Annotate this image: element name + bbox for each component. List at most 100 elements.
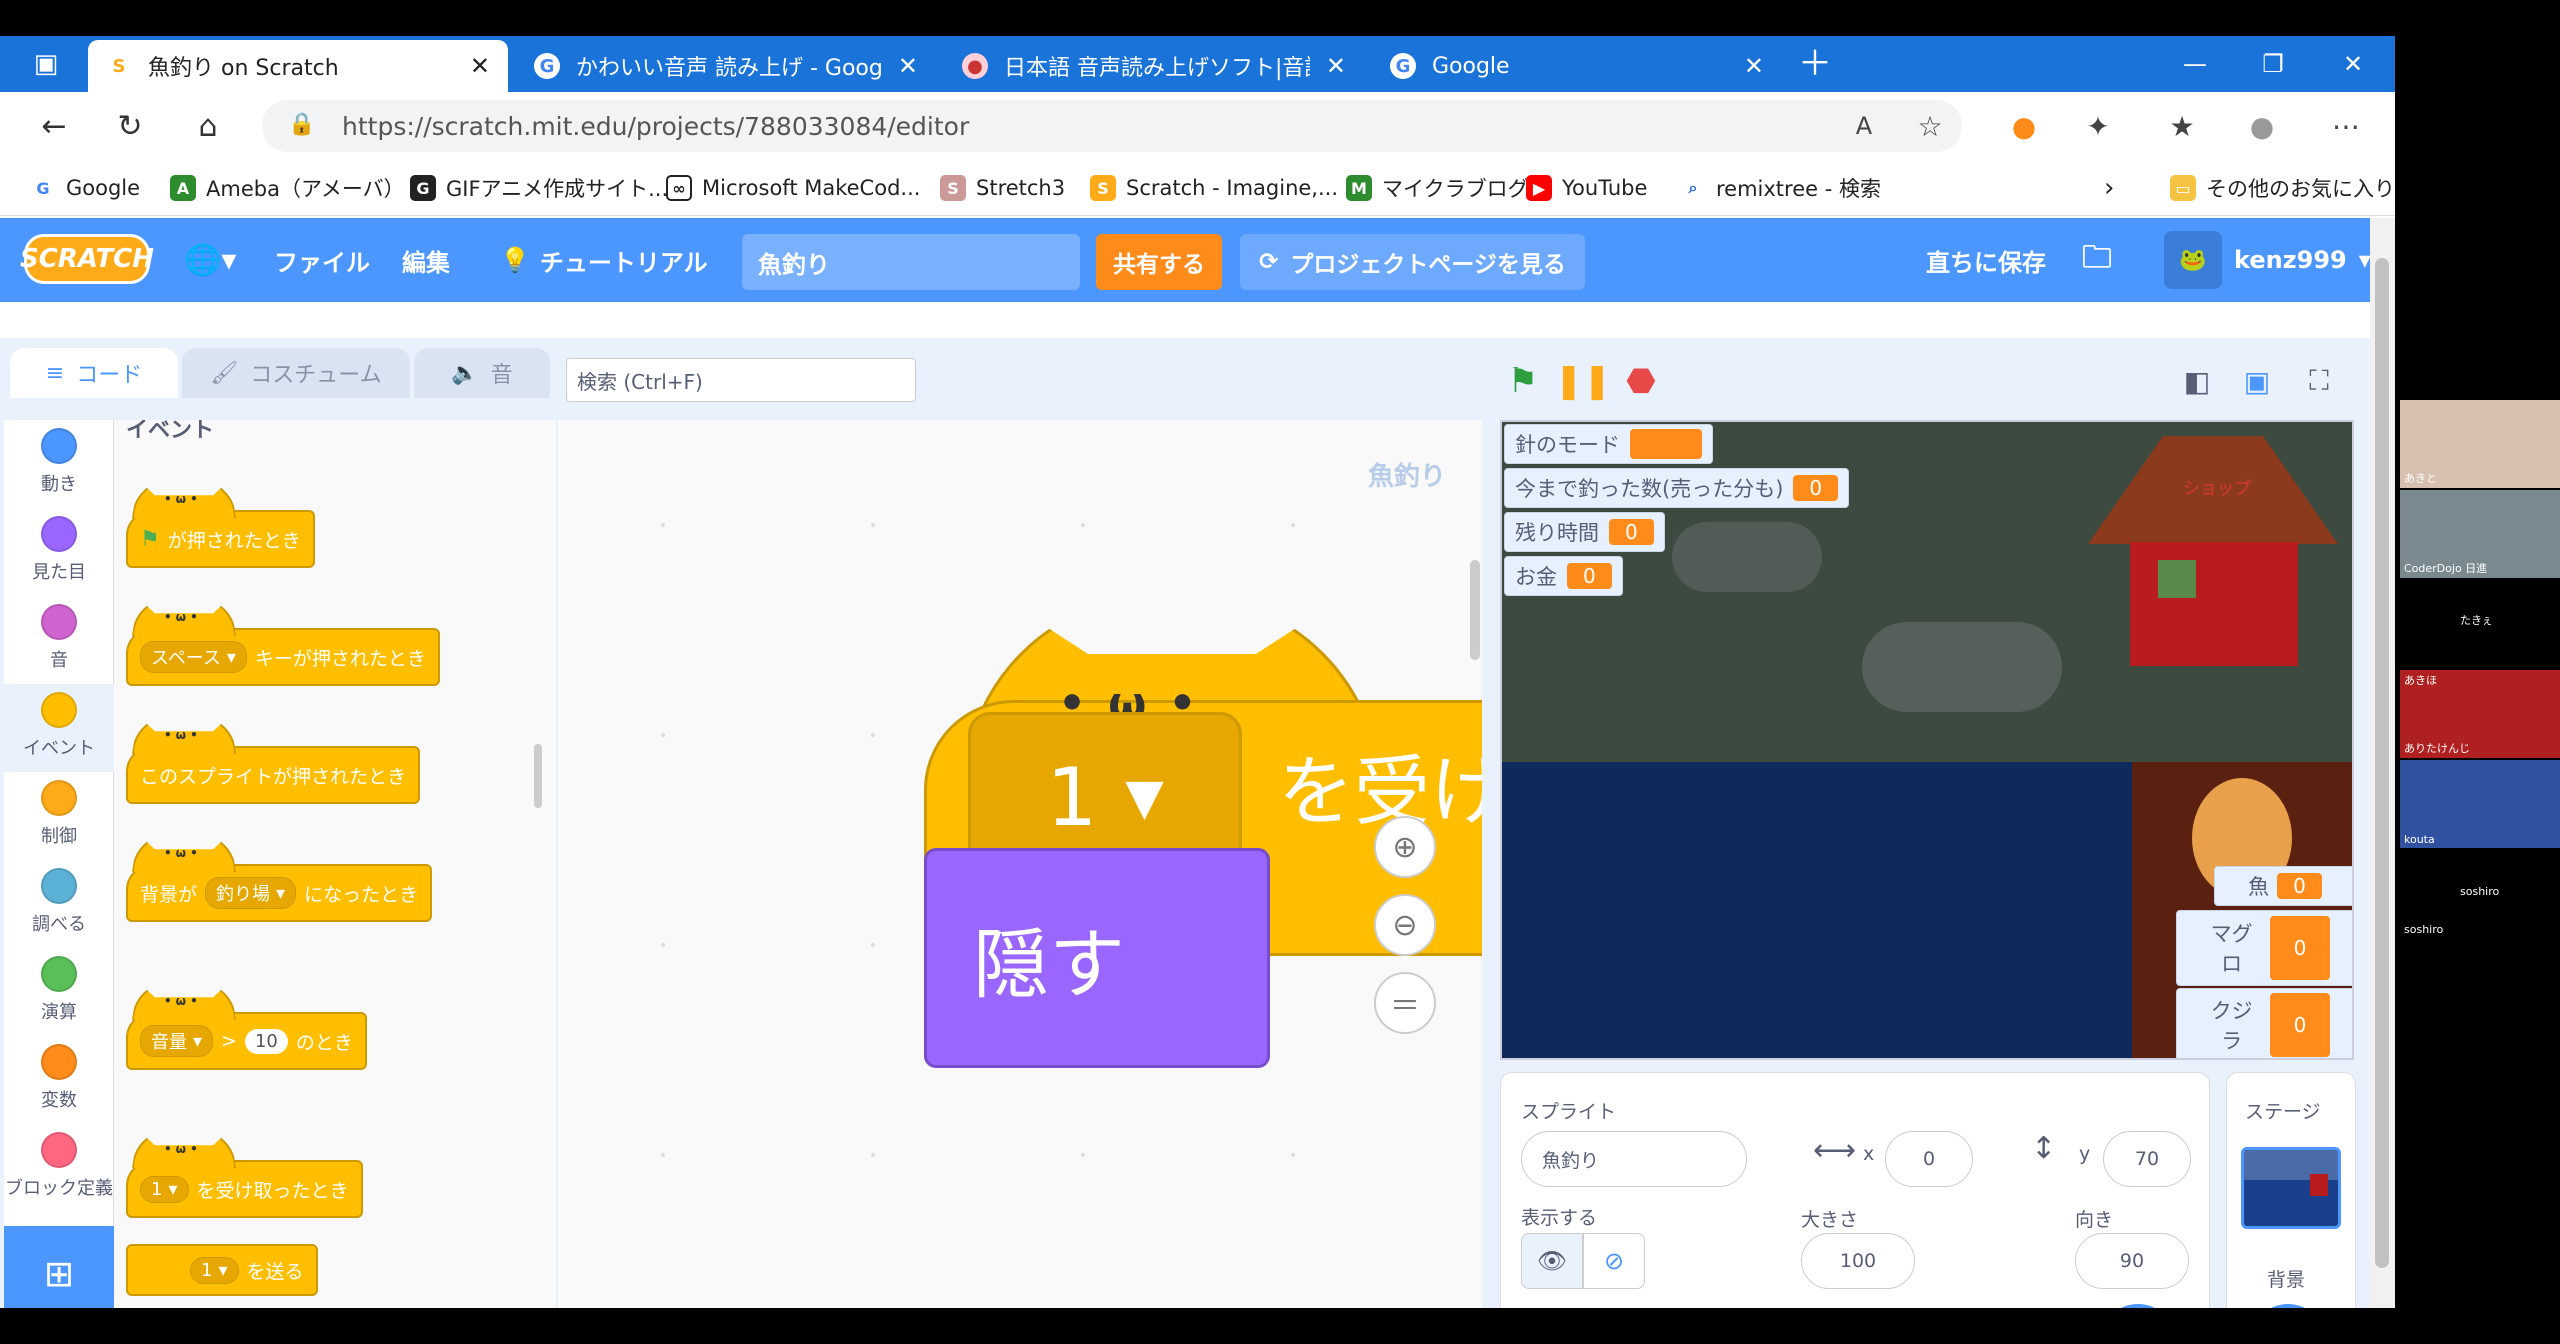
- monitor-time-left[interactable]: 残り時間 0: [1504, 512, 1665, 552]
- palette-scrollbar[interactable]: [534, 744, 542, 808]
- extension-badge-icon[interactable]: ●: [2000, 102, 2048, 150]
- stage-selector-pane[interactable]: ステージ 背景: [2226, 1072, 2356, 1308]
- window-scroll-thumb[interactable]: [2375, 258, 2389, 1268]
- bookmark-item[interactable]: G GIFアニメ作成サイト...: [410, 172, 668, 204]
- tab-code[interactable]: ≡ コード: [10, 348, 178, 398]
- bookmark-item[interactable]: S Stretch3: [940, 172, 1065, 204]
- close-tab-icon[interactable]: ✕: [1326, 52, 1346, 80]
- bookmark-item[interactable]: ∞ Microsoft MakeCod...: [666, 172, 920, 204]
- when-sprite-clicked-block[interactable]: •ω• このスプライトが押されたとき: [126, 728, 421, 804]
- bookmarks-overflow-icon[interactable]: ›: [2104, 172, 2114, 204]
- extensions-icon[interactable]: ✦: [2074, 102, 2122, 150]
- message-dropdown[interactable]: 1 ▾: [140, 1175, 189, 1203]
- restore-icon[interactable]: ❐: [2238, 42, 2308, 86]
- tab-costume[interactable]: 🖌 コスチューム: [182, 348, 410, 398]
- when-loudness-block[interactable]: •ω• 音量 ▾ >10 のとき: [126, 994, 367, 1070]
- url-field[interactable]: 🔒 https://scratch.mit.edu/projects/78803…: [262, 100, 1962, 152]
- size-input[interactable]: 100: [1801, 1233, 1915, 1289]
- tab-scratch[interactable]: S 魚釣り on Scratch ✕: [88, 40, 508, 92]
- category-sound[interactable]: 音: [4, 596, 114, 684]
- large-stage-icon[interactable]: ▣: [2232, 356, 2282, 406]
- bookmark-item[interactable]: S Scratch - Imagine,...: [1090, 172, 1338, 204]
- tab-google[interactable]: G Google ✕: [1372, 40, 1782, 92]
- fullscreen-icon[interactable]: ⛶: [2294, 356, 2344, 406]
- zoom-out-icon[interactable]: ⊖: [1374, 894, 1436, 956]
- close-tab-icon[interactable]: ✕: [470, 52, 490, 80]
- my-stuff-folder-icon[interactable]: 🗀: [2082, 218, 2112, 302]
- window-scrollbar[interactable]: [2370, 218, 2395, 1308]
- add-extension-button[interactable]: ⊞: [4, 1226, 114, 1308]
- broadcast-block[interactable]: 1 ▾ を送る: [126, 1244, 318, 1296]
- monitor-fish[interactable]: 魚0: [2214, 866, 2352, 906]
- monitor-hook-mode[interactable]: 針のモード: [1504, 424, 1713, 464]
- file-menu[interactable]: ファイル: [274, 218, 370, 302]
- when-backdrop-switches-block[interactable]: •ω• 背景が 釣り場 ▾ になったとき: [126, 846, 433, 922]
- message-dropdown[interactable]: 1 ▾: [190, 1256, 239, 1284]
- monitor-whale[interactable]: クジラ 0: [2176, 988, 2352, 1058]
- pause-icon[interactable]: ❚❚: [1555, 356, 1612, 406]
- tab-ondoku[interactable]: ● 日本語 音声読み上げソフト|音読さ ✕: [944, 40, 1364, 92]
- monitor-tuna[interactable]: マグロ 0: [2176, 910, 2352, 986]
- project-title-input[interactable]: 魚釣り: [742, 234, 1080, 290]
- read-aloud-icon[interactable]: A: [1840, 102, 1888, 150]
- show-visible-icon[interactable]: 👁: [1521, 1233, 1583, 1289]
- monitor-money[interactable]: お金 0: [1504, 556, 1623, 596]
- category-variables[interactable]: 変数: [4, 1036, 114, 1124]
- close-tab-icon[interactable]: ✕: [898, 52, 918, 80]
- scratch-logo[interactable]: SCRATCH: [20, 234, 154, 284]
- reload-icon[interactable]: ↻: [106, 102, 154, 150]
- sprite-name-input[interactable]: 魚釣り: [1521, 1131, 1747, 1187]
- category-looks[interactable]: 見た目: [4, 508, 114, 596]
- bookmark-item[interactable]: M マイクラブログ: [1346, 172, 1529, 204]
- tab-google-search[interactable]: G かわいい音声 読み上げ - Google 検 ✕: [516, 40, 936, 92]
- close-tab-icon[interactable]: ✕: [1744, 52, 1764, 80]
- back-icon[interactable]: ←: [30, 102, 78, 150]
- sidebar-toggle-icon[interactable]: ▣: [22, 40, 70, 88]
- script-vertical-scrollbar[interactable]: [1470, 560, 1480, 660]
- bookmark-item[interactable]: ⌕ remixtree - 検索: [1680, 172, 1881, 204]
- x-input[interactable]: 0: [1885, 1131, 1973, 1187]
- stop-icon[interactable]: ⬣: [1616, 356, 1666, 406]
- category-control[interactable]: 制御: [4, 772, 114, 860]
- when-flag-clicked-block[interactable]: •ω• ⚑ が押されたとき: [126, 492, 315, 568]
- small-stage-icon[interactable]: ◧: [2172, 356, 2222, 406]
- loudness-dropdown[interactable]: 音量 ▾: [140, 1025, 214, 1057]
- close-window-icon[interactable]: ✕: [2318, 42, 2388, 86]
- other-favorites[interactable]: ▭ その他のお気に入り: [2170, 172, 2395, 204]
- hide-block[interactable]: 隠す: [924, 848, 1270, 1068]
- zoom-in-icon[interactable]: ⊕: [1374, 816, 1436, 878]
- stage-canvas[interactable]: ショップ 針のモード 今まで釣った数(売った分も) 0 残り時間 0 お金 0 魚0 …: [1500, 420, 2354, 1060]
- profile-icon[interactable]: ●: [2238, 102, 2286, 150]
- home-icon[interactable]: ⌂: [184, 102, 232, 150]
- language-globe-icon[interactable]: 🌐▾: [184, 218, 236, 302]
- category-sensing[interactable]: 調べる: [4, 860, 114, 948]
- edit-menu[interactable]: 編集: [402, 218, 450, 302]
- backdrop-dropdown[interactable]: 釣り場 ▾: [205, 877, 297, 909]
- direction-input[interactable]: 90: [2075, 1233, 2189, 1289]
- script-area[interactable]: 魚釣り •ω• 1 ▼ を受け 隠す ⊕ ⊖ ＝: [558, 420, 1482, 1308]
- tab-sound[interactable]: 🔈 音: [414, 348, 550, 398]
- favorites-icon[interactable]: ★: [2158, 102, 2206, 150]
- green-flag-icon[interactable]: ⚑: [1498, 356, 1548, 406]
- project-page-button[interactable]: ⟳ プロジェクトページを見る: [1240, 234, 1585, 290]
- zoom-reset-icon[interactable]: ＝: [1374, 972, 1436, 1034]
- minimize-icon[interactable]: —: [2160, 42, 2230, 86]
- share-button[interactable]: 共有する: [1096, 234, 1222, 290]
- category-motion[interactable]: 動き: [4, 420, 114, 508]
- key-dropdown[interactable]: スペース ▾: [140, 641, 247, 673]
- show-hidden-icon[interactable]: ⊘: [1583, 1233, 1645, 1289]
- bookmark-item[interactable]: A Ameba（アメーバ）: [170, 172, 405, 204]
- monitor-total-caught[interactable]: 今まで釣った数(売った分も) 0: [1504, 468, 1850, 508]
- bookmark-item[interactable]: G Google: [30, 172, 140, 204]
- category-events[interactable]: イベント: [4, 684, 114, 772]
- save-now-button[interactable]: 直ちに保存: [1926, 218, 2046, 302]
- stage-thumbnail[interactable]: [2241, 1147, 2341, 1229]
- number-input[interactable]: 10: [244, 1028, 288, 1054]
- bookmark-item[interactable]: ▶ YouTube: [1526, 172, 1647, 204]
- new-tab-icon[interactable]: ＋: [1780, 42, 1850, 86]
- block-search-input[interactable]: 検索 (Ctrl+F): [566, 358, 916, 402]
- category-my-blocks[interactable]: ブロック定義: [4, 1124, 114, 1212]
- tutorial-menu[interactable]: 💡 チュートリアル: [500, 218, 708, 302]
- category-operators[interactable]: 演算: [4, 948, 114, 1036]
- when-receive-block[interactable]: •ω• 1 ▾ を受け取ったとき: [126, 1142, 363, 1218]
